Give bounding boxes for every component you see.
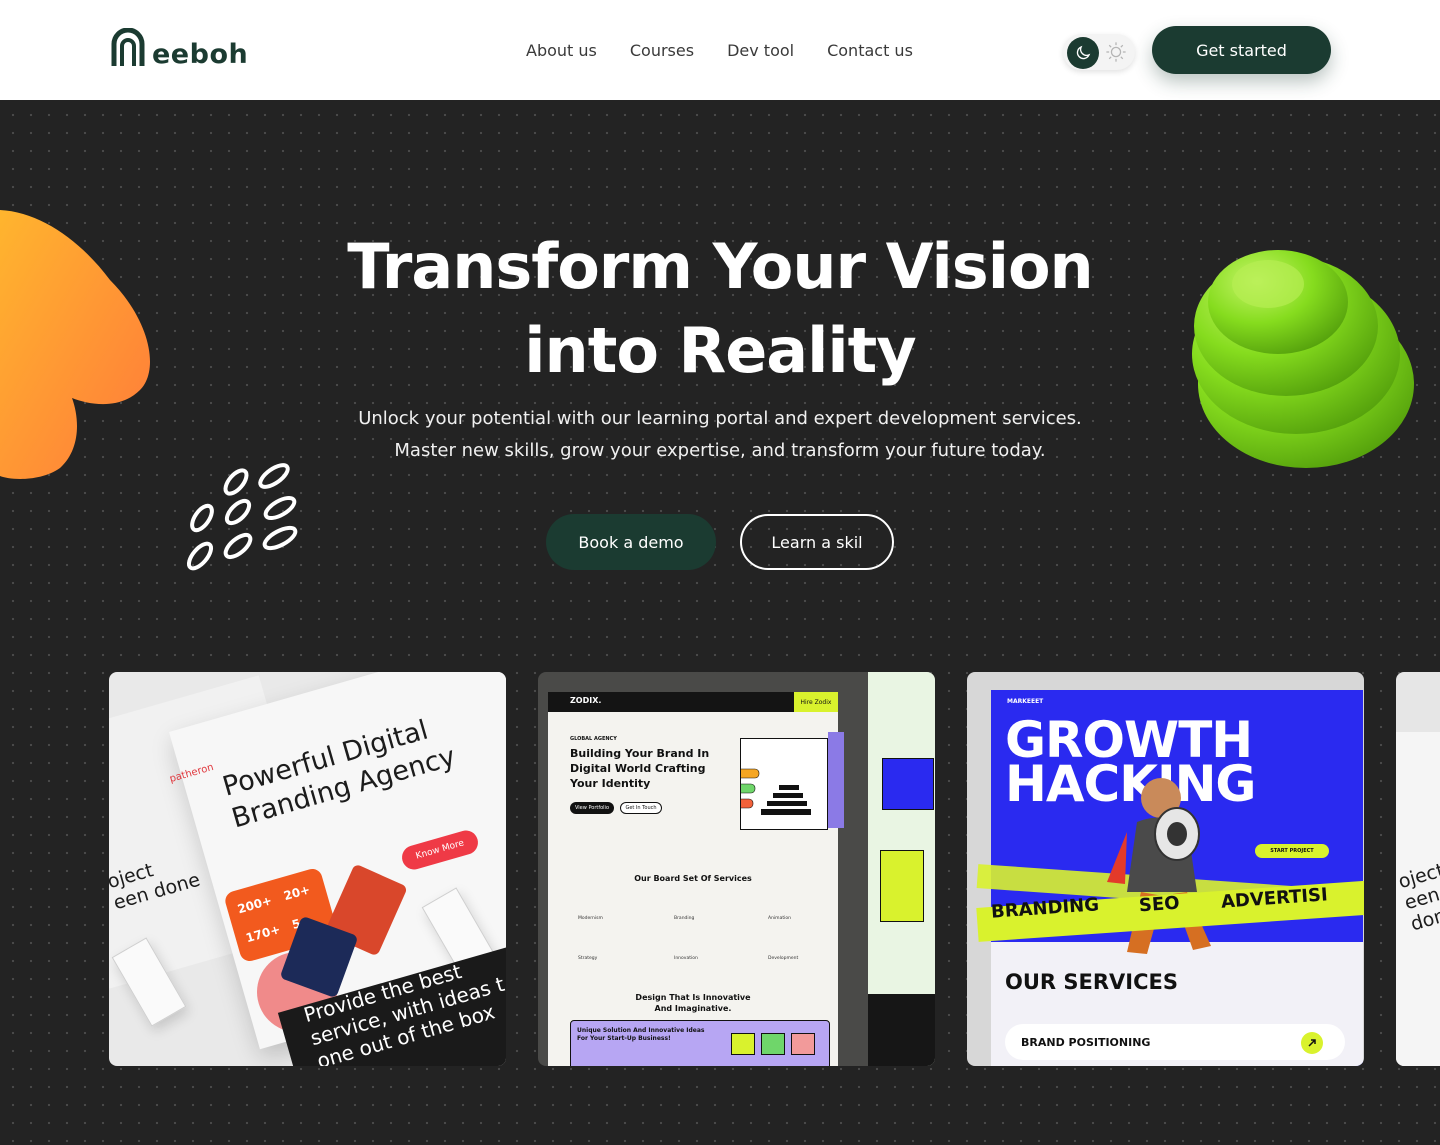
card2-service-item: Animation [768,916,791,921]
card2-tile [761,1033,785,1055]
moon-icon[interactable] [1067,37,1099,69]
showcase-card-partial[interactable]: oject een done [1396,672,1440,1066]
theme-toggle[interactable] [1063,34,1135,70]
site-header: eeboh About us Courses Dev tool Contact … [0,0,1440,100]
card2-touch-button: Get In Touch [620,802,662,814]
showcase-card-zodix[interactable]: ZODIX. Hire Zodix GLOBAL AGENCY Building… [538,672,935,1066]
card2-topbar: ZODIX. Hire Zodix [548,692,838,712]
card3-start-project-button: START PROJECT [1255,844,1329,858]
card2-portfolio-button: View Portfolio [570,802,614,814]
card2-process-line1: Design That Is Innovative [635,993,751,1002]
card2-side-photo [882,758,934,810]
card2-process-title: Design That Is Innovative And Imaginativ… [548,992,838,1014]
nav-dev-tool[interactable]: Dev tool [727,40,794,62]
card2-headline-line1: Building Your Brand In [570,747,710,760]
card2-purple-line1: Unique Solution And Innovative Ideas [577,1027,705,1034]
showcase-card-growth-hacking[interactable]: MARKEEET GROWTH HACKING START PROJECT BR… [967,672,1364,1066]
card3-arrow-icon [1301,1032,1323,1054]
main-nav: About us Courses Dev tool Contact us [526,40,913,62]
hero-subtitle: Unlock your potential with our learning … [0,403,1440,467]
logo-arch-icon [111,28,145,66]
card1-stat2: 20+ [282,882,312,904]
card3-logo: MARKEEET [1007,698,1044,705]
card2-tag: GLOBAL AGENCY [570,736,617,742]
nav-courses[interactable]: Courses [630,40,694,62]
card2-headline: Building Your Brand In Digital World Cra… [570,746,709,791]
hero-subtitle-line2: Master new skills, grow your expertise, … [394,440,1046,461]
card2-headline-line3: Your Identity [570,777,651,790]
card3-person-megaphone-image [1107,778,1211,954]
card1-stat1: 200+ [235,893,274,917]
card2-purple-panel: Unique Solution And Innovative Ideas For… [570,1020,830,1066]
card2-process-line2: And Imaginative. [654,1004,732,1013]
showcase-card-branding-agency[interactable]: oject een done patheron Powerful Digital… [109,672,506,1066]
hero-subtitle-line1: Unlock your potential with our learning … [358,408,1082,429]
card2-service-item: Development [768,956,799,961]
card3-services-title: OUR SERVICES [1005,970,1178,994]
card2-logo: ZODIX. [570,696,602,705]
card2-service-item: Strategy [578,956,598,961]
card2-page: ZODIX. Hire Zodix GLOBAL AGENCY Building… [548,692,844,1066]
card2-purple-line2: For Your Start-Up Business! [577,1035,671,1042]
card2-cube-illustration [720,738,828,830]
sun-icon[interactable] [1105,41,1127,63]
brand-logo[interactable]: eeboh [110,28,248,68]
card2-service-item: Branding [674,916,695,921]
hero-section: Transform Your Vision into Reality Unloc… [0,100,1440,1145]
card2-side-footer [868,994,935,1066]
book-demo-button[interactable]: Book a demo [546,514,716,570]
leaf-pattern-decoration [186,463,298,571]
card2-hire-button: Hire Zodix [794,692,838,712]
card2-headline-line2: Digital World Crafting [570,762,706,775]
nav-about-us[interactable]: About us [526,40,597,62]
card2-services-title: Our Board Set Of Services [634,874,752,883]
get-started-button[interactable]: Get started [1152,26,1331,74]
card2-tile [731,1033,755,1055]
logo-text: eeboh [152,39,249,70]
card2-cube-side [828,732,844,828]
card3-band-word2: SEO [1138,892,1181,917]
card2-service-item: Innovation [674,956,698,961]
hero-title-line2: into Reality [524,314,916,387]
card1-stat3: 170+ [244,922,282,946]
nav-contact-us[interactable]: Contact us [827,40,913,62]
card2-side-card [880,850,924,922]
card2-service-item: Modernism [578,916,603,921]
hero-title: Transform Your Vision into Reality [0,225,1440,393]
card3-pill-text: BRAND POSITIONING [1021,1036,1151,1049]
card2-tile [791,1033,815,1055]
learn-skill-button[interactable]: Learn a skil [740,514,894,570]
hero-title-line1: Transform Your Vision [347,230,1093,303]
